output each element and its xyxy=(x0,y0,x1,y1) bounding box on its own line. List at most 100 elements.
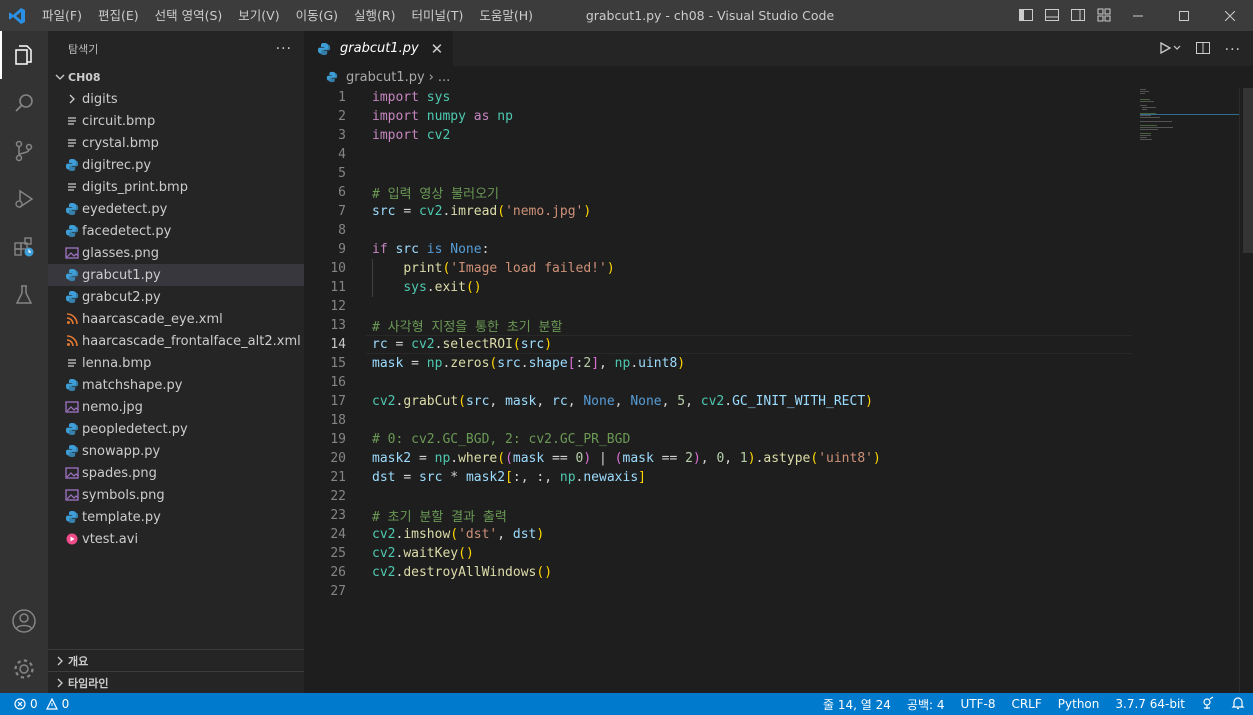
indentation-status[interactable]: 공백: 4 xyxy=(899,696,953,713)
code-line[interactable]: 21 dst = src * mask2[:, :, np.newaxis] xyxy=(304,468,1253,487)
extensions-icon xyxy=(14,237,34,257)
code-line[interactable]: 4 xyxy=(304,145,1253,164)
menu-run[interactable]: 실행(R) xyxy=(346,0,403,31)
code-line[interactable]: 8 xyxy=(304,221,1253,240)
problems-status[interactable]: 0 0 xyxy=(0,697,69,711)
code-line[interactable]: 26 cv2.destroyAllWindows() xyxy=(304,563,1253,582)
menu-go[interactable]: 이동(G) xyxy=(288,0,346,31)
code-line[interactable]: 17 cv2.grabCut(src, mask, rc, None, None,… xyxy=(304,392,1253,411)
file-item[interactable]: grabcut2.py xyxy=(48,286,304,308)
file-item[interactable]: nemo.jpg xyxy=(48,396,304,418)
timeline-section[interactable]: 타임라인 xyxy=(48,671,304,693)
breadcrumb-more[interactable]: ... xyxy=(438,70,450,85)
video-icon xyxy=(64,531,80,547)
code-line[interactable]: 10 print('Image load failed!') xyxy=(304,259,1253,278)
code-line[interactable]: 19 # 0: cv2.GC_BGD, 2: cv2.GC_PR_BGD xyxy=(304,430,1253,449)
code-line[interactable]: 24 cv2.imshow('dst', dst) xyxy=(304,525,1253,544)
minimize-button[interactable] xyxy=(1115,0,1161,31)
close-tab-icon[interactable]: ✕ xyxy=(431,40,444,58)
code-line[interactable]: 2 import numpy as np xyxy=(304,107,1253,126)
cursor-position[interactable]: 줄 14, 열 24 xyxy=(815,696,899,713)
search-activity[interactable] xyxy=(0,79,48,127)
code-line[interactable]: 3 import cv2 xyxy=(304,126,1253,145)
close-window-button[interactable] xyxy=(1207,0,1253,31)
file-item[interactable]: digitrec.py xyxy=(48,154,304,176)
customize-layout-icon[interactable] xyxy=(1096,7,1112,23)
run-debug-activity[interactable] xyxy=(0,175,48,223)
menu-selection[interactable]: 선택 영역(S) xyxy=(147,0,231,31)
explorer-activity[interactable] xyxy=(0,31,48,79)
testing-activity[interactable] xyxy=(0,271,48,319)
code-editor[interactable]: 1 import sys 2 import numpy as np 3 import cv… xyxy=(304,88,1253,693)
extensions-activity[interactable] xyxy=(0,223,48,271)
minimap[interactable] xyxy=(1140,88,1240,148)
vertical-scrollbar[interactable] xyxy=(1239,88,1253,693)
menu-file[interactable]: 파일(F) xyxy=(34,0,90,31)
more-editor-actions-button[interactable]: ··· xyxy=(1225,42,1241,58)
file-item[interactable]: lenna.bmp xyxy=(48,352,304,374)
timeline-label: 타임라인 xyxy=(68,676,109,690)
code-line[interactable]: 1 import sys xyxy=(304,88,1253,107)
code-line[interactable]: 5 xyxy=(304,164,1253,183)
line-number: 13 xyxy=(330,318,346,333)
code-text: cv2.imshow('dst', dst) xyxy=(372,527,545,542)
code-line[interactable]: 9 if src is None: xyxy=(304,240,1253,259)
file-item[interactable]: crystal.bmp xyxy=(48,132,304,154)
maximize-button[interactable] xyxy=(1161,0,1207,31)
file-item[interactable]: peopledetect.py xyxy=(48,418,304,440)
menu-help[interactable]: 도움말(H) xyxy=(471,0,541,31)
file-item[interactable]: circuit.bmp xyxy=(48,110,304,132)
split-editor-button[interactable] xyxy=(1195,40,1211,60)
run-python-button[interactable] xyxy=(1159,41,1181,59)
feedback-button[interactable] xyxy=(1193,696,1223,713)
accounts-activity[interactable] xyxy=(0,597,48,645)
tab-grabcut1[interactable]: grabcut1.py ✕ xyxy=(304,31,454,66)
code-line[interactable]: 22 xyxy=(304,487,1253,506)
code-line[interactable]: 20 mask2 = np.where((mask == 0) | (mask =… xyxy=(304,449,1253,468)
file-item[interactable]: glasses.png xyxy=(48,242,304,264)
file-item[interactable]: eyedetect.py xyxy=(48,198,304,220)
toggle-primary-sidebar-icon[interactable] xyxy=(1018,7,1034,23)
file-item[interactable]: facedetect.py xyxy=(48,220,304,242)
file-item[interactable]: matchshape.py xyxy=(48,374,304,396)
encoding-status[interactable]: UTF-8 xyxy=(952,697,1003,711)
file-item[interactable]: digits_print.bmp xyxy=(48,176,304,198)
code-line[interactable]: 12 xyxy=(304,297,1253,316)
code-line[interactable]: 11 sys.exit() xyxy=(304,278,1253,297)
toggle-panel-icon[interactable] xyxy=(1044,7,1060,23)
manage-activity[interactable] xyxy=(0,645,48,693)
folder-item[interactable]: digits xyxy=(48,88,304,110)
more-actions-button[interactable]: ··· xyxy=(276,41,292,57)
outline-section[interactable]: 개요 xyxy=(48,649,304,671)
code-line[interactable]: 13 # 사각형 지정을 통한 초기 분할 xyxy=(304,316,1253,335)
code-line[interactable]: 27 xyxy=(304,582,1253,601)
source-control-activity[interactable] xyxy=(0,127,48,175)
notifications-button[interactable] xyxy=(1223,696,1253,713)
language-mode[interactable]: Python xyxy=(1050,697,1108,711)
file-item[interactable]: snowapp.py xyxy=(48,440,304,462)
file-item[interactable]: spades.png xyxy=(48,462,304,484)
code-line[interactable]: 15 mask = np.zeros(src.shape[:2], np.uint… xyxy=(304,354,1253,373)
file-item[interactable]: symbols.png xyxy=(48,484,304,506)
menu-edit[interactable]: 편집(E) xyxy=(90,0,147,31)
code-line[interactable]: 18 xyxy=(304,411,1253,430)
code-line[interactable]: 23 # 초기 분할 결과 출력 xyxy=(304,506,1253,525)
file-item[interactable]: haarcascade_eye.xml xyxy=(48,308,304,330)
file-item[interactable]: template.py xyxy=(48,506,304,528)
folder-header[interactable]: CH08 xyxy=(48,66,304,88)
eol-status[interactable]: CRLF xyxy=(1003,697,1049,711)
file-item[interactable]: vtest.avi xyxy=(48,528,304,550)
code-line[interactable]: 6 # 입력 영상 불러오기 xyxy=(304,183,1253,202)
scrollbar-thumb[interactable] xyxy=(1243,88,1253,253)
python-interpreter[interactable]: 3.7.7 64-bit xyxy=(1107,697,1193,711)
code-line[interactable]: 25 cv2.waitKey() xyxy=(304,544,1253,563)
file-item[interactable]: haarcascade_frontalface_alt2.xml xyxy=(48,330,304,352)
breadcrumb-file[interactable]: grabcut1.py xyxy=(346,70,425,85)
toggle-secondary-sidebar-icon[interactable] xyxy=(1070,7,1086,23)
code-line[interactable]: 14 rc = cv2.selectROI(src) xyxy=(304,335,1253,354)
menu-terminal[interactable]: 터미널(T) xyxy=(404,0,472,31)
file-item[interactable]: grabcut1.py xyxy=(48,264,304,286)
code-line[interactable]: 16 xyxy=(304,373,1253,392)
code-line[interactable]: 7 src = cv2.imread('nemo.jpg') xyxy=(304,202,1253,221)
menu-view[interactable]: 보기(V) xyxy=(230,0,287,31)
